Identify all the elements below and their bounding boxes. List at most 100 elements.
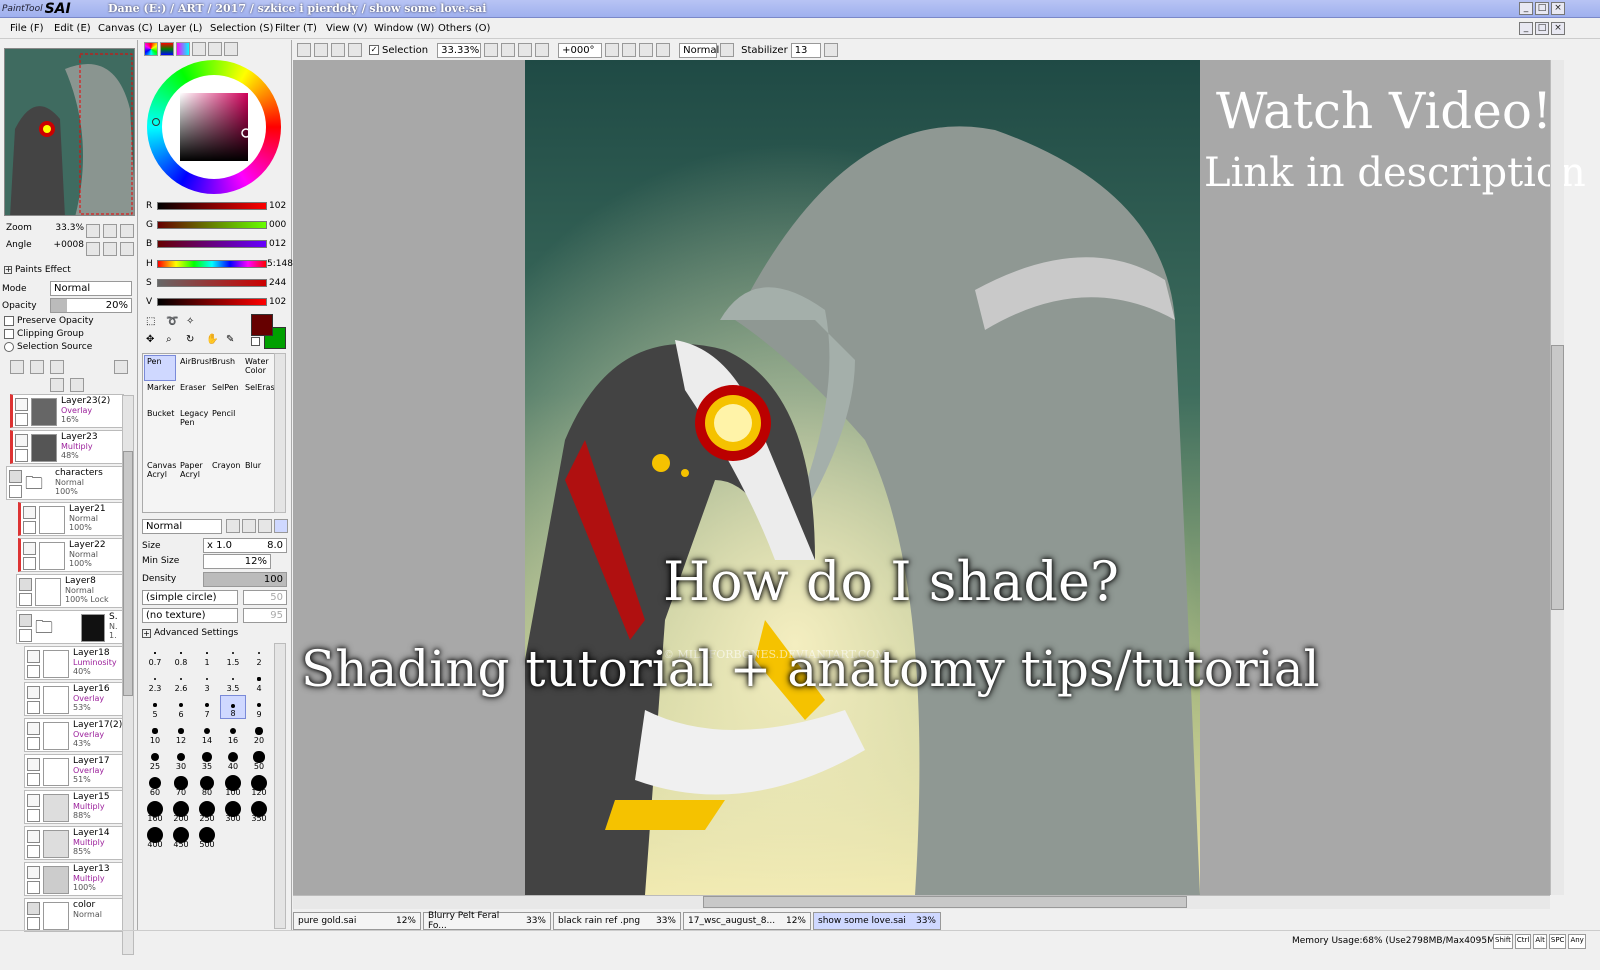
g-value[interactable]: 000 (269, 220, 286, 230)
lock-toggle[interactable] (15, 449, 28, 462)
edge-medium-icon[interactable] (242, 519, 256, 533)
layer-item[interactable]: Layer17 Overlay 51% (24, 754, 124, 788)
brush-size-preset[interactable]: 1 (194, 643, 220, 667)
brush-size-preset[interactable]: 0.7 (142, 643, 168, 667)
lock-toggle[interactable] (23, 521, 36, 534)
color-wheel-tab[interactable] (144, 42, 158, 56)
brush-size-preset[interactable]: 9 (246, 695, 272, 719)
vertical-scroll-thumb[interactable] (1551, 345, 1564, 610)
tool-brush[interactable]: Brush (209, 355, 241, 381)
visibility-toggle[interactable] (27, 758, 40, 771)
brush-size-preset[interactable]: 25 (142, 747, 168, 771)
document-tab[interactable]: 17_wsc_august_8... 12% (683, 912, 811, 930)
selection-source-checkbox[interactable] (4, 342, 14, 352)
document-tab[interactable]: pure gold.sai 12% (293, 912, 421, 930)
layer-folder[interactable]: 🗀 characters Normal 100% (6, 466, 124, 500)
layer-item[interactable]: Layer15 Multiply 88% (24, 790, 124, 824)
tool-eraser[interactable]: Eraser (177, 381, 209, 407)
primary-color-swatch[interactable] (251, 314, 273, 336)
tool-canvas-acryl[interactable]: Canvas Acryl (144, 459, 176, 485)
visibility-toggle[interactable] (27, 830, 40, 843)
menu-filter[interactable]: Filter (T) (275, 23, 317, 34)
layer-item[interactable]: Layer18 Luminosity 40% (24, 646, 124, 680)
rgb-slider-tab[interactable] (160, 42, 174, 56)
artwork-canvas[interactable]: © MILKFORBONES.DEVIANTART.COM (525, 60, 1200, 895)
brush-size-preset[interactable]: 50 (246, 747, 272, 771)
visibility-toggle[interactable] (27, 866, 40, 879)
v-slider[interactable] (157, 298, 267, 306)
visibility-toggle[interactable] (27, 650, 40, 663)
nav-rotate-reset-icon[interactable] (120, 242, 134, 256)
zoom-field[interactable]: 33.33% (437, 42, 482, 58)
lock-toggle[interactable] (15, 413, 28, 426)
minimize-icon[interactable]: _ (1519, 2, 1533, 15)
menu-file[interactable]: File (F) (10, 23, 43, 34)
brush-size-preset[interactable]: 0.8 (168, 643, 194, 667)
brush-size-preset[interactable]: 1.5 (220, 643, 246, 667)
brush-size-preset[interactable]: 3 (194, 669, 220, 693)
menu-others[interactable]: Others (O) (438, 23, 490, 34)
visibility-toggle[interactable] (27, 794, 40, 807)
h-slider[interactable] (157, 260, 267, 268)
tool-seleras[interactable]: SelEras (242, 381, 275, 407)
texture-strength[interactable]: 95 (243, 608, 287, 623)
zoom-tool-icon[interactable]: ⌕ (166, 334, 184, 350)
r-value[interactable]: 102 (269, 201, 286, 211)
brush-size-preset[interactable]: 70 (168, 773, 194, 797)
menu-selection[interactable]: Selection (S) (210, 23, 273, 34)
canvas-vertical-scrollbar[interactable] (1550, 60, 1564, 895)
menu-view[interactable]: View (V) (326, 23, 368, 34)
expand-icon[interactable]: + (142, 628, 151, 638)
nav-rotate-left-icon[interactable] (86, 242, 100, 256)
brush-size-preset[interactable]: 5 (142, 695, 168, 719)
visibility-toggle[interactable] (9, 470, 22, 483)
scratchpad-tab[interactable] (208, 42, 222, 56)
transparent-color-icon[interactable] (251, 337, 260, 346)
merge-layer-icon[interactable] (50, 378, 64, 392)
hand-icon[interactable]: ✋ (206, 334, 224, 350)
nav-angle-value[interactable]: +0008 (54, 240, 84, 250)
lock-toggle[interactable] (27, 773, 40, 786)
edge-hard-icon[interactable] (226, 519, 240, 533)
layer-item[interactable]: Layer23(2) Overlay 16% (10, 394, 124, 428)
zoom-in-icon[interactable] (518, 43, 533, 57)
r-slider[interactable] (157, 202, 267, 210)
layer-item[interactable]: Layer14 Multiply 85% (24, 826, 124, 860)
deselect-icon[interactable] (331, 43, 345, 57)
clipping-group-option[interactable]: Clipping Group (4, 329, 84, 339)
brush-size-preset[interactable]: 40 (220, 747, 246, 771)
visibility-toggle[interactable] (27, 902, 40, 915)
lock-toggle[interactable] (27, 809, 40, 822)
layer-folder[interactable]: 🗀 S. N. 1. (16, 610, 124, 644)
close-icon[interactable]: × (1551, 2, 1565, 15)
brush-shape-strength[interactable]: 50 (243, 590, 287, 605)
selection-source-option[interactable]: Selection Source (4, 342, 92, 352)
rotation-dropdown-icon[interactable] (605, 43, 620, 57)
rotate-reset-icon[interactable] (656, 43, 671, 57)
paints-effect-header[interactable]: + Paints Effect (4, 265, 71, 275)
color-wheel[interactable] (147, 60, 281, 194)
layer-scroll-thumb[interactable] (123, 451, 133, 696)
lock-toggle[interactable] (27, 881, 40, 894)
brush-size-preset[interactable]: 14 (194, 721, 220, 745)
doc-minimize-icon[interactable]: _ (1519, 22, 1533, 35)
flip-icon[interactable] (720, 43, 735, 57)
lock-toggle[interactable] (9, 485, 22, 498)
doc-close-icon[interactable]: × (1551, 22, 1565, 35)
lock-toggle[interactable] (27, 845, 40, 858)
rotation-field[interactable]: +000° (558, 42, 603, 58)
nav-zoom-out-icon[interactable] (86, 224, 100, 238)
layer-item[interactable]: Layer17(2) Overlay 43% (24, 718, 124, 752)
brush-size-preset[interactable]: 80 (194, 773, 220, 797)
selection-toggle[interactable]: ✓ Selection (369, 45, 428, 56)
layer-mask-icon[interactable] (114, 360, 128, 374)
brush-size-preset[interactable]: 160 (142, 799, 168, 823)
preserve-opacity-checkbox[interactable] (4, 316, 14, 326)
brush-size-preset[interactable]: 12 (168, 721, 194, 745)
visibility-toggle[interactable] (15, 434, 28, 447)
brush-shape-select[interactable]: (simple circle) (142, 590, 238, 605)
brush-size-scrollbar[interactable] (274, 643, 286, 929)
brush-size-preset[interactable]: 200 (168, 799, 194, 823)
layer-item[interactable]: Layer8 Normal 100% Lock (16, 574, 124, 608)
texture-select[interactable]: (no texture) (142, 608, 238, 623)
